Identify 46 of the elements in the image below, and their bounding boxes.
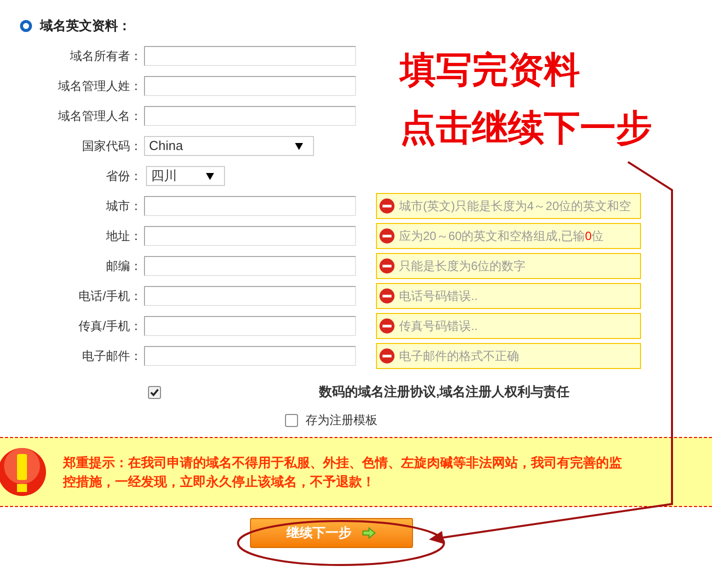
field-label: 域名管理人姓：	[57, 78, 143, 95]
error-message: 电话号码错误..	[399, 288, 478, 305]
error-message: 应为20～60的英文和空格组成,已输0位	[399, 228, 604, 245]
field-label: 地址：	[105, 228, 143, 245]
error-message: 传真号码错误..	[399, 318, 478, 335]
text-input[interactable]	[144, 346, 356, 366]
radio-bullet-icon	[20, 20, 32, 32]
error-icon	[379, 348, 395, 364]
text-input[interactable]	[144, 106, 356, 126]
error-message: 只能是长度为6位的数字	[399, 258, 526, 275]
field-label: 传真/手机：	[78, 318, 143, 335]
field-label: 省份：	[105, 168, 143, 185]
text-input[interactable]	[144, 256, 356, 276]
text-input[interactable]	[144, 286, 356, 306]
field-label: 域名管理人名：	[57, 108, 143, 125]
error-message: 电子邮件的格式不正确	[399, 348, 519, 365]
save-template-label: 存为注册模板	[306, 412, 378, 429]
error-icon	[379, 228, 395, 244]
annotation-text: 填写完资料	[400, 48, 581, 92]
dropdown-icon	[295, 142, 303, 150]
arrow-right-icon	[362, 527, 376, 539]
text-input[interactable]	[144, 316, 356, 336]
text-input[interactable]	[144, 196, 356, 216]
error-icon	[379, 288, 395, 304]
field-label: 电话/手机：	[78, 288, 143, 305]
checkbox[interactable]	[284, 414, 298, 426]
field-label: 城市：	[105, 198, 143, 215]
error-icon	[379, 318, 395, 334]
text-input[interactable]	[144, 76, 356, 96]
annotation-text: 点击继续下一步	[400, 106, 652, 150]
select-field[interactable]: 四川	[146, 166, 225, 186]
section-title: 域名英文资料：	[40, 16, 131, 35]
error-message: 城市(英文)只能是长度为4～20位的英文和空	[399, 198, 632, 215]
text-input[interactable]	[144, 226, 356, 246]
warning-text: 郑重提示：在我司申请的域名不得用于私服、外挂、色情、左旋肉碱等非法网站，我司有完善的监控措施，一经发现，立即永久停止该域名，不予退款！	[63, 454, 623, 491]
agreement-text: 数码的域名注册协议,域名注册人权利与责任	[319, 383, 570, 402]
error-icon	[379, 198, 395, 214]
field-label: 国家代码：	[81, 138, 143, 155]
field-label: 邮编：	[105, 258, 143, 275]
select-field[interactable]: China	[144, 136, 314, 156]
error-icon	[379, 258, 395, 274]
text-input[interactable]	[144, 46, 356, 66]
field-label: 域名所有者：	[69, 48, 143, 65]
checkbox[interactable]	[148, 386, 161, 398]
dropdown-icon	[206, 172, 214, 180]
field-label: 电子邮件：	[81, 348, 143, 365]
